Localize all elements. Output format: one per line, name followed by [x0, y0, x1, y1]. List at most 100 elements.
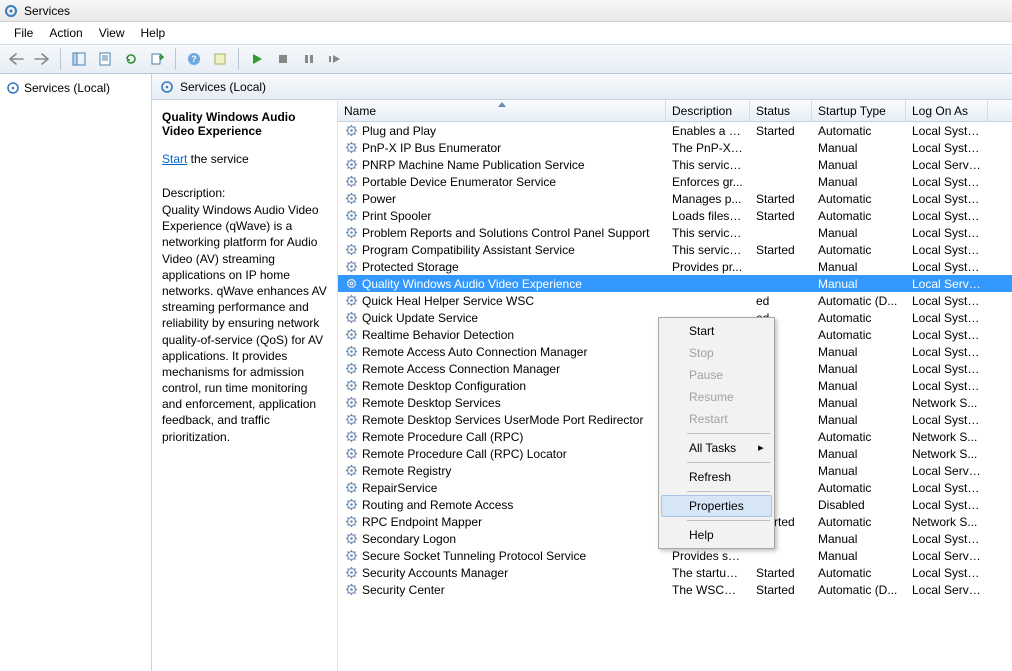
show-hide-tree-button[interactable] — [67, 47, 91, 71]
gear-icon — [344, 583, 358, 597]
service-row[interactable]: PnP-X IP Bus EnumeratorThe PnP-X ...Manu… — [338, 139, 1012, 156]
stop-service-button[interactable] — [271, 47, 295, 71]
service-startup: Manual — [812, 532, 906, 546]
service-logon: Local Syste... — [906, 566, 988, 580]
detail-action-line: Start the service — [162, 152, 327, 166]
start-link[interactable]: Start — [162, 152, 187, 166]
service-row[interactable]: Security CenterThe WSCSV...StartedAutoma… — [338, 581, 1012, 598]
context-menu-item: Resume — [661, 386, 772, 408]
service-description: The startup ... — [666, 566, 750, 580]
service-startup: Automatic — [812, 192, 906, 206]
service-logon: Local Syste... — [906, 481, 988, 495]
properties-button[interactable] — [93, 47, 117, 71]
main-area: Services (Local) Services (Local) Qualit… — [0, 74, 1012, 671]
service-logon: Local Syste... — [906, 209, 988, 223]
toolbar-unknown-button[interactable] — [208, 47, 232, 71]
context-menu-separator — [687, 491, 770, 492]
service-startup: Manual — [812, 141, 906, 155]
services-icon — [6, 81, 20, 95]
menu-help[interactable]: Help — [133, 24, 174, 42]
service-logon: Local Syste... — [906, 192, 988, 206]
context-menu-item: Pause — [661, 364, 772, 386]
start-service-button[interactable] — [245, 47, 269, 71]
service-description: Loads files t... — [666, 209, 750, 223]
gear-icon — [344, 413, 358, 427]
services-app-icon — [4, 4, 18, 18]
gear-icon — [344, 311, 358, 325]
service-description: Enables a c... — [666, 124, 750, 138]
service-row[interactable]: Security Accounts ManagerThe startup ...… — [338, 564, 1012, 581]
gear-icon — [344, 294, 358, 308]
service-logon: Local Syste... — [906, 328, 988, 342]
column-header-logon[interactable]: Log On As — [906, 100, 988, 121]
service-row[interactable]: Print SpoolerLoads files t...StartedAuto… — [338, 207, 1012, 224]
forward-button[interactable] — [30, 47, 54, 71]
service-name: Secondary Logon — [362, 532, 456, 546]
service-name: Remote Procedure Call (RPC) Locator — [362, 447, 567, 461]
refresh-button[interactable] — [119, 47, 143, 71]
service-status: Started — [750, 209, 812, 223]
service-logon: Local Syste... — [906, 226, 988, 240]
service-row[interactable]: Secure Socket Tunneling Protocol Service… — [338, 547, 1012, 564]
gear-icon — [344, 175, 358, 189]
back-button[interactable] — [4, 47, 28, 71]
column-header-name[interactable]: Name — [338, 100, 666, 121]
column-header-status[interactable]: Status — [750, 100, 812, 121]
context-menu-item[interactable]: Refresh — [661, 466, 772, 488]
service-startup: Manual — [812, 345, 906, 359]
service-name: Power — [362, 192, 396, 206]
restart-service-button[interactable] — [323, 47, 347, 71]
menu-file[interactable]: File — [6, 24, 41, 42]
service-name: Routing and Remote Access — [362, 498, 513, 512]
context-menu-item[interactable]: Help — [661, 524, 772, 546]
menu-view[interactable]: View — [91, 24, 133, 42]
context-menu-item[interactable]: Start — [661, 320, 772, 342]
service-logon: Local Service — [906, 464, 988, 478]
service-name: RepairService — [362, 481, 437, 495]
service-row[interactable]: PowerManages p...StartedAutomaticLocal S… — [338, 190, 1012, 207]
service-name: Remote Access Connection Manager — [362, 362, 560, 376]
service-status: Started — [750, 124, 812, 138]
service-row[interactable]: Plug and PlayEnables a c...StartedAutoma… — [338, 122, 1012, 139]
export-list-button[interactable] — [145, 47, 169, 71]
service-name: Quick Update Service — [362, 311, 478, 325]
service-row[interactable]: Portable Device Enumerator ServiceEnforc… — [338, 173, 1012, 190]
service-description: Enforces gr... — [666, 175, 750, 189]
context-menu-item[interactable]: All Tasks — [661, 437, 772, 459]
service-name: Protected Storage — [362, 260, 459, 274]
tree-root-services[interactable]: Services (Local) — [4, 80, 147, 96]
gear-icon — [344, 498, 358, 512]
context-menu-item: Stop — [661, 342, 772, 364]
column-header-startup[interactable]: Startup Type — [812, 100, 906, 121]
service-row[interactable]: Quality Windows Audio Video ExperienceMa… — [338, 275, 1012, 292]
service-startup: Automatic — [812, 515, 906, 529]
service-startup: Manual — [812, 158, 906, 172]
console-tree[interactable]: Services (Local) — [0, 74, 152, 671]
pause-service-button[interactable] — [297, 47, 321, 71]
right-pane-title: Services (Local) — [180, 80, 266, 94]
service-status: Started — [750, 192, 812, 206]
help-button[interactable]: ? — [182, 47, 206, 71]
service-row[interactable]: Protected StorageProvides pr...ManualLoc… — [338, 258, 1012, 275]
service-row[interactable]: Quick Heal Helper Service WSCedAutomatic… — [338, 292, 1012, 309]
service-startup: Manual — [812, 277, 906, 291]
service-startup: Manual — [812, 362, 906, 376]
service-status: Started — [750, 566, 812, 580]
column-header-description[interactable]: Description — [666, 100, 750, 121]
service-row[interactable]: Problem Reports and Solutions Control Pa… — [338, 224, 1012, 241]
service-logon: Local Syste... — [906, 498, 988, 512]
context-menu-item[interactable]: Properties — [661, 495, 772, 517]
service-description: This service ... — [666, 226, 750, 240]
service-row[interactable]: Program Compatibility Assistant ServiceT… — [338, 241, 1012, 258]
gear-icon — [344, 243, 358, 257]
service-startup: Automatic (D... — [812, 294, 906, 308]
context-menu-separator — [687, 433, 770, 434]
toolbar-divider — [60, 48, 61, 70]
service-name: Realtime Behavior Detection — [362, 328, 514, 342]
context-menu[interactable]: StartStopPauseResumeRestartAll TasksRefr… — [658, 317, 775, 549]
service-name: Problem Reports and Solutions Control Pa… — [362, 226, 650, 240]
service-row[interactable]: PNRP Machine Name Publication ServiceThi… — [338, 156, 1012, 173]
menu-action[interactable]: Action — [41, 24, 90, 42]
service-startup: Manual — [812, 549, 906, 563]
toolbar: ? — [0, 44, 1012, 74]
